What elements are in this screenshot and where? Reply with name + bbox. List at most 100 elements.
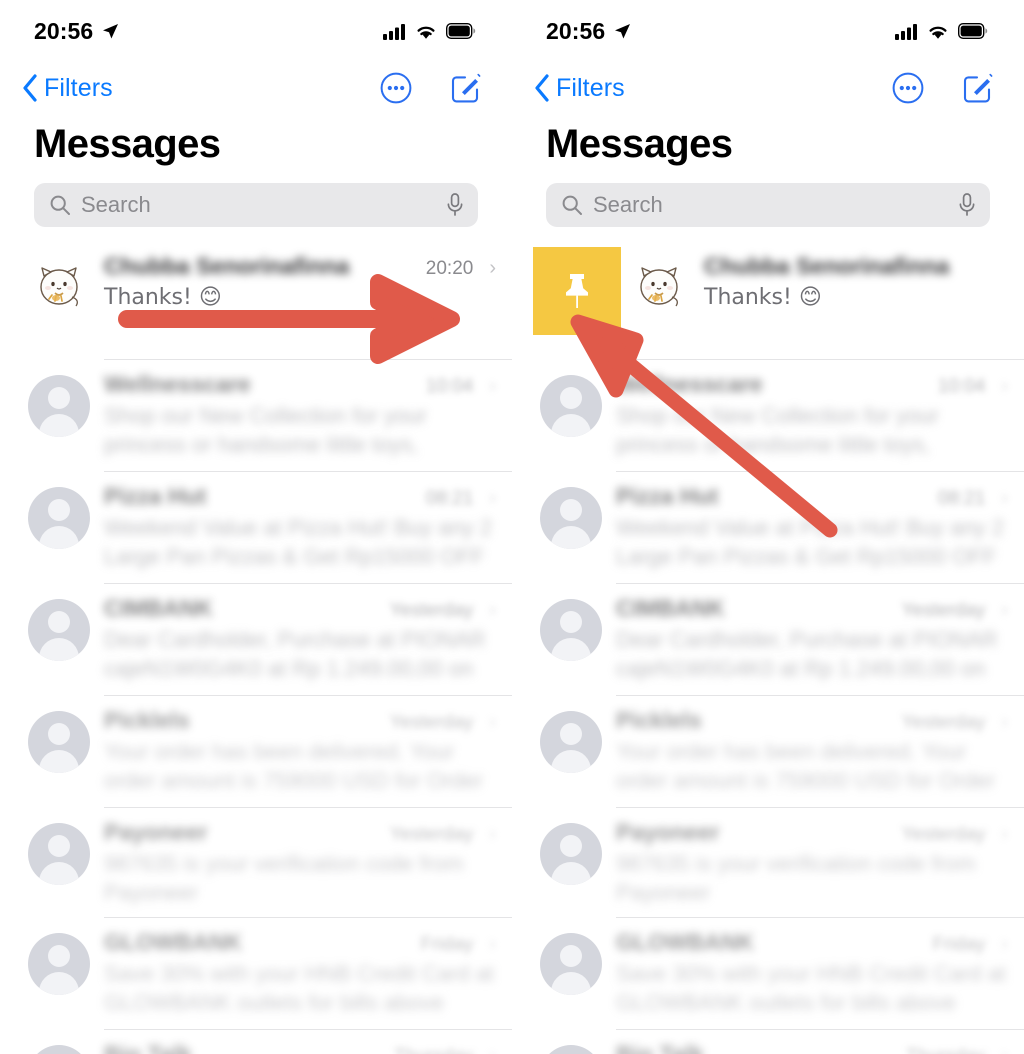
timestamp: Yesterday [389,712,474,733]
contact-name: Wellnesscare [616,371,763,397]
list-item[interactable]: Picklels Yesterday › Your order has been… [512,695,1024,807]
message-preview: Weekend Value at Pizza Hut! Buy any 2 La… [104,515,493,570]
page-title: Messages [34,122,221,166]
message-preview: Save 30% with your HNB Credit Card at GL… [104,961,495,1016]
contact-name: Picklels [104,707,190,733]
contact-name: Bio Talk [104,1041,384,1054]
list-item-header: Payoneer Yesterday › [616,819,1008,846]
list-item-body: Chubba Senorinafinna 2 Thanks! 😊 [704,251,1024,312]
more-circle-icon[interactable] [380,72,412,104]
list-item[interactable]: GLOWBANK Friday › Save 30% with your HNB… [0,917,512,1029]
back-label: Filters [556,73,625,102]
search-section: Search [0,167,512,227]
list-item[interactable]: Wellnesscare 10:04 › Shop our New Collec… [0,359,512,471]
nav-actions [380,72,482,104]
list-item-body: Wellnesscare 10:04 › Shop our New Collec… [616,369,1008,461]
list-item-header: Chubba Senorinafinna 2 [704,253,1024,280]
message-preview: 987635 is your verification code from Pa… [104,851,464,906]
person-placeholder-avatar [28,487,90,549]
avatar [28,823,90,885]
list-item-body: Pizza Hut 08:21 › Weekend Value at Pizza… [104,481,496,573]
battery-full-icon [446,23,476,39]
chevron-right-icon: › [489,933,496,956]
chevron-right-icon: › [1001,933,1008,956]
list-item[interactable]: Picklels Yesterday › Your order has been… [0,695,512,807]
compose-icon[interactable] [962,72,994,104]
contact-name: Picklels [616,707,702,733]
contact-name: Wellnesscare [104,371,251,397]
list-item[interactable]: Bio Talk Thursday › Use Hamidih App now.… [0,1029,512,1054]
search-placeholder: Search [593,192,663,217]
status-indicators [383,23,476,40]
list-item-body: Wellnesscare 10:04 › Shop our New Collec… [104,369,496,461]
back-to-filters-button[interactable]: Filters [534,74,625,103]
avatar [540,933,602,996]
timestamp: 10:04 [425,376,474,397]
list-item[interactable]: CIMBANK Yesterday › Dear Cardholder, Pur… [0,583,512,695]
contact-name: Payoneer [616,819,720,845]
list-item-body: Pizza Hut 08:21 › Weekend Value at Pizza… [616,481,1008,573]
list-item-header: Picklels Yesterday › [104,707,496,734]
person-placeholder-avatar [28,933,90,996]
person-placeholder-avatar [28,375,90,437]
list-item[interactable]: Chubba Senorinafinna 20:20 › Thanks! 😊 [0,241,512,359]
person-placeholder-avatar [540,599,602,661]
contact-name: Bio Talk [616,1041,896,1054]
list-item[interactable]: GLOWBANK Friday › Save 30% with your HNB… [512,917,1024,1029]
message-preview: Your order has been delivered. Your orde… [104,739,484,794]
nav-bar: Filters [0,62,512,114]
list-item[interactable]: Payoneer Yesterday › 987635 is your veri… [512,807,1024,917]
status-time-group: 20:56 [546,18,631,45]
message-preview: Shop our New Collection for your princes… [104,403,427,458]
location-arrow-icon [103,23,119,38]
person-placeholder-avatar [540,1045,602,1054]
list-item-header: GLOWBANK Friday › [616,929,1008,956]
avatar [28,257,90,319]
list-item[interactable]: Pizza Hut 08:21 › Weekend Value at Pizza… [512,471,1024,583]
list-item-body: Payoneer Yesterday › 987635 is your veri… [616,817,1008,907]
compose-icon[interactable] [450,72,482,104]
search-icon [50,195,70,215]
search-input[interactable]: Search [546,183,990,227]
list-item[interactable]: CIMBANK Yesterday › Dear Cardholder, Pur… [512,583,1024,695]
chevron-right-icon: › [489,375,496,397]
list-item[interactable]: Payoneer Yesterday › 987635 is your veri… [0,807,512,917]
list-item-header: CIMBANK Yesterday › [104,595,496,622]
person-placeholder-avatar [540,933,602,996]
avatar [540,711,602,773]
cellular-signal-icon [895,23,917,40]
microphone-icon[interactable] [446,193,464,217]
more-circle-icon[interactable] [892,72,924,104]
avatar [28,711,90,773]
list-item[interactable]: Bio Talk Thursday › Use Hamidih App now.… [512,1029,1024,1054]
list-item[interactable]: Pizza Hut 08:21 › Weekend Value at Pizza… [0,471,512,583]
chevron-right-icon: › [489,711,496,733]
list-item-swiped[interactable]: Chubba Senorinafinna 2 Thanks! 😊 [512,241,1024,359]
avatar [540,487,602,549]
chevron-right-icon: › [1001,375,1008,397]
message-preview: Shop our New Collection for your princes… [616,403,939,458]
list-item-header: Chubba Senorinafinna 20:20 › [104,253,496,280]
back-to-filters-button[interactable]: Filters [22,74,113,103]
status-bar: 20:56 [0,0,512,62]
contact-name: CIMBANK [616,595,725,621]
timestamp: Yesterday [901,824,986,845]
cat-sticker-avatar [640,267,678,307]
microphone-icon[interactable] [958,193,976,217]
chevron-right-icon: › [1001,599,1008,621]
search-input[interactable]: Search [34,183,478,227]
list-item-body: GLOWBANK Friday › Save 30% with your HNB… [104,927,496,1019]
chevron-right-icon: › [1001,1045,1008,1054]
timestamp: 10:04 [937,376,986,397]
back-label: Filters [44,73,113,102]
list-item-body: CIMBANK Yesterday › Dear Cardholder, Pur… [104,593,496,685]
conversation-list: Chubba Senorinafinna 2 Thanks! 😊 Wellnes… [512,241,1024,1054]
person-placeholder-avatar [28,599,90,661]
chevron-left-icon [23,74,37,102]
list-item-body: Bio Talk Thursday › Use Hamidih App now.… [616,1039,1008,1054]
message-preview: Dear Cardholder, Purchase at PIONAR caje… [616,627,998,682]
pin-action-button[interactable] [533,247,621,335]
list-item-body: Chubba Senorinafinna 20:20 › Thanks! 😊 [104,251,496,312]
contact-name: Payoneer [104,819,208,845]
list-item[interactable]: Wellnesscare 10:04 › Shop our New Collec… [512,359,1024,471]
